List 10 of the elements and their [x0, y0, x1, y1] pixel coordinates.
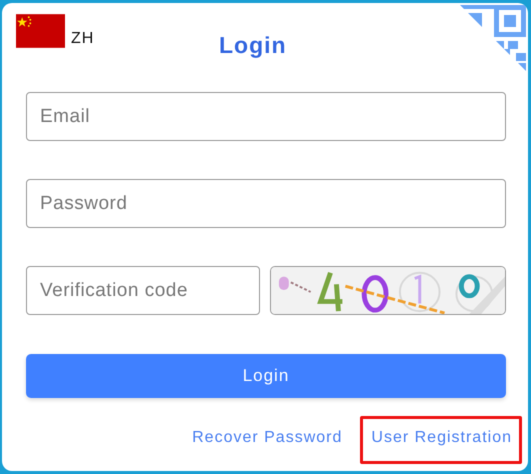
recover-password-link[interactable]: Recover Password: [181, 416, 352, 464]
language-code[interactable]: ZH: [71, 30, 94, 48]
flag-icon[interactable]: [16, 14, 65, 48]
login-title: Login: [219, 32, 287, 59]
password-field[interactable]: Password: [26, 179, 506, 228]
email-field[interactable]: Email: [26, 92, 506, 141]
registration-link[interactable]: User Registration: [360, 416, 522, 464]
login-button[interactable]: Login: [26, 354, 506, 398]
qr-code-icon[interactable]: [458, 3, 528, 73]
verification-code-field[interactable]: Verification code: [26, 266, 260, 315]
